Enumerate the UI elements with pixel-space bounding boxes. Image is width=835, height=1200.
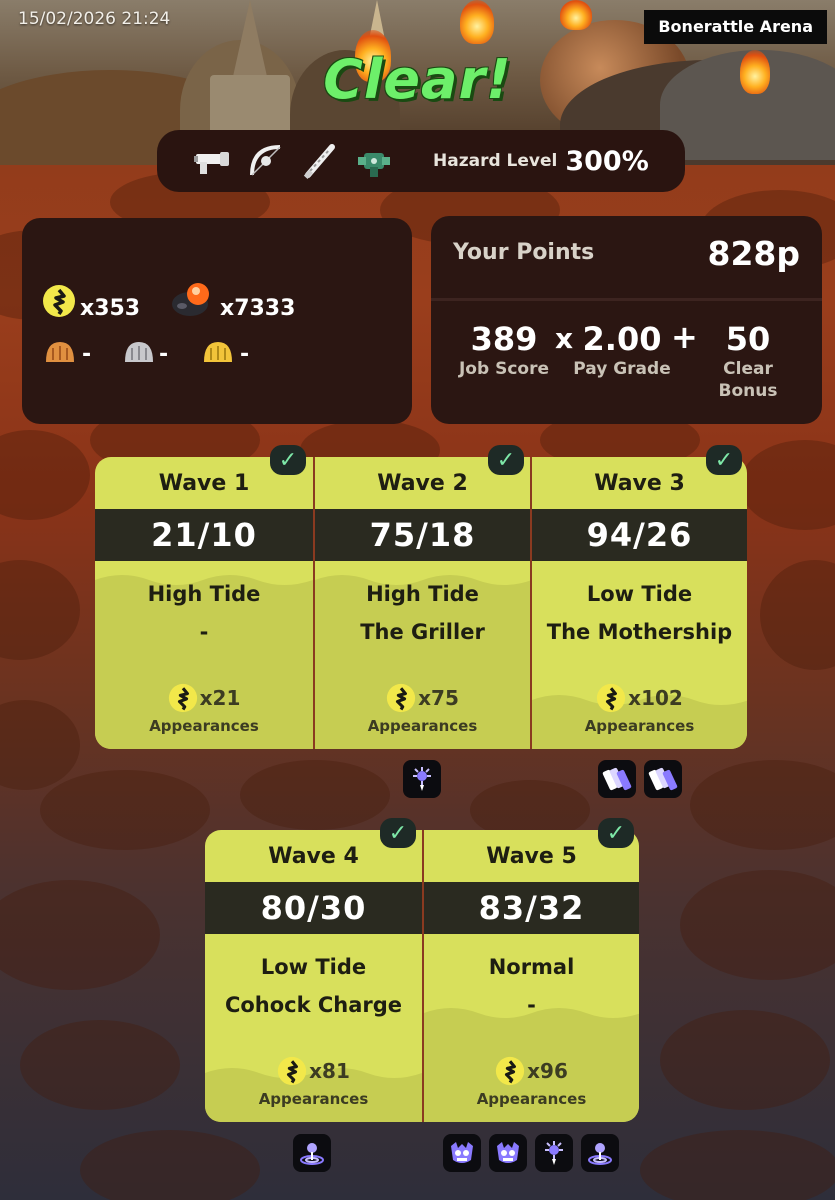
wave-1-appearances-label: Appearances: [149, 717, 259, 735]
wave-2-cleared-check-icon: ✓: [488, 445, 524, 475]
wave-1-egg-count: x21: [199, 686, 241, 710]
wave-5-cleared-check-icon: ✓: [598, 818, 634, 848]
golden-egg-icon: [168, 683, 197, 713]
wave-1-tide: High Tide: [147, 582, 261, 606]
power-egg-icon: [170, 280, 214, 322]
wave-card-4: Wave 4 80/30 Low Tide Cohock Charge x81 …: [205, 830, 422, 1122]
wave-2-golden-eggs: x75: [315, 683, 530, 713]
timestamp: 15/02/2026 21:24: [18, 9, 171, 29]
wave-5-event: -: [527, 993, 536, 1017]
golden-egg-count: x353: [80, 295, 141, 321]
silver-scale-icon: [123, 338, 155, 370]
wave-1-score: 21/10: [95, 509, 313, 561]
your-points-label: Your Points: [453, 240, 595, 265]
wave-4-cleared-check-icon: ✓: [380, 818, 416, 848]
pay-grade-label: Pay Grade: [573, 359, 671, 379]
power-egg-count: x7333: [220, 295, 296, 321]
wave-4-tide: Low Tide: [260, 955, 367, 979]
plus-symbol: +: [671, 318, 698, 356]
stage-name-badge: Bonerattle Arena: [644, 10, 827, 44]
wave-3-golden-eggs: x102: [532, 683, 747, 713]
clear-bonus-label-line2: Bonus: [718, 381, 778, 401]
wave-5-appearances-label: Appearances: [476, 1090, 587, 1108]
points-panel: Your Points 828p 389 x 2.00 + 50 Job Sco…: [431, 216, 822, 424]
hazard-level-label: Hazard Level: [433, 151, 558, 171]
golden-egg-icon: [387, 683, 416, 713]
wave-4-event: Cohock Charge: [224, 993, 403, 1017]
waves-row-2: Wave 4 80/30 Low Tide Cohock Charge x81 …: [205, 830, 639, 1122]
wave-3-egg-count: x102: [628, 686, 683, 710]
waves-row-1: Wave 1 21/10 High Tide - x21 Appearances…: [95, 457, 747, 749]
booyah-bomb-special-icon: [581, 1134, 619, 1172]
stringer-weapon-icon: [245, 140, 287, 182]
your-points-value: 828p: [707, 234, 800, 273]
bronze-scale-count: -: [82, 341, 92, 367]
wave-2-egg-count: x75: [418, 686, 459, 710]
reefslider-special-icon: [489, 1134, 527, 1172]
golden-egg-icon: [278, 1056, 307, 1086]
wave-3-tide: Low Tide: [586, 582, 693, 606]
gold-scale-icon: [202, 338, 234, 370]
golden-egg-icon: [496, 1056, 525, 1086]
wave-3-appearances-label: Appearances: [584, 717, 695, 735]
pay-grade-value: 2.00: [582, 320, 662, 358]
eggs-panel: x353 x7333 - - -: [22, 218, 412, 424]
wave-1-cleared-check-icon: ✓: [270, 445, 306, 475]
weapons-hazard-bar: Hazard Level 300%: [157, 130, 685, 192]
killer-wail-special-icon: [403, 760, 441, 798]
wave-1-golden-eggs: x21: [95, 683, 313, 713]
wave-2-tide: High Tide: [366, 582, 479, 606]
job-score-value: 389: [470, 320, 538, 358]
golden-egg-icon: [42, 284, 76, 322]
wave-1-event: -: [199, 620, 209, 644]
triple-splashdown-special-icon: [598, 760, 636, 798]
wave-5-golden-eggs: x96: [424, 1056, 639, 1086]
wave-3-event: The Mothership: [546, 620, 733, 644]
wave-2-appearances-label: Appearances: [367, 717, 478, 735]
wave-5-tide: Normal: [488, 955, 575, 979]
wave-4-egg-count: x81: [309, 1059, 350, 1083]
wave-4-score: 80/30: [205, 882, 422, 934]
dualies-weapon-icon: [353, 140, 395, 182]
gold-scale-count: -: [240, 341, 250, 367]
wave-2-event: The Griller: [360, 620, 485, 644]
blaster-weapon-icon: [191, 140, 233, 182]
points-divider: [431, 298, 822, 301]
clear-bonus-label-line1: Clear: [723, 359, 773, 379]
killer-wail-special-icon: [535, 1134, 573, 1172]
wave-3-cleared-check-icon: ✓: [706, 445, 742, 475]
booyah-bomb-special-icon: [293, 1134, 331, 1172]
wave-4-appearances-label: Appearances: [258, 1090, 369, 1108]
triple-splashdown-special-icon: [644, 760, 682, 798]
wave-card-5: Wave 5 83/32 Normal - x96 Appearances: [422, 830, 639, 1122]
wave-4-golden-eggs: x81: [205, 1056, 422, 1086]
times-symbol: x: [554, 322, 574, 355]
golden-egg-icon: [597, 683, 626, 713]
result-title: Clear!: [323, 48, 512, 111]
wave-2-score: 75/18: [315, 509, 530, 561]
wave-5-score: 83/32: [424, 882, 639, 934]
bronze-scale-icon: [44, 338, 76, 370]
wave-5-egg-count: x96: [527, 1059, 568, 1083]
reefslider-special-icon: [443, 1134, 481, 1172]
wave-card-3: Wave 3 94/26 Low Tide The Mothership x10…: [530, 457, 747, 749]
silver-scale-count: -: [159, 341, 169, 367]
wave-card-2: Wave 2 75/18 High Tide The Griller x75 A…: [313, 457, 532, 749]
splatana-weapon-icon: [299, 140, 341, 182]
clear-bonus-value: 50: [725, 320, 771, 358]
job-score-label: Job Score: [458, 359, 549, 379]
hazard-level-value: 300%: [565, 145, 649, 177]
clear-bonus-label: Clear Bonus: [703, 358, 793, 402]
wave-card-1: Wave 1 21/10 High Tide - x21 Appearances: [95, 457, 313, 749]
wave-3-score: 94/26: [532, 509, 747, 561]
